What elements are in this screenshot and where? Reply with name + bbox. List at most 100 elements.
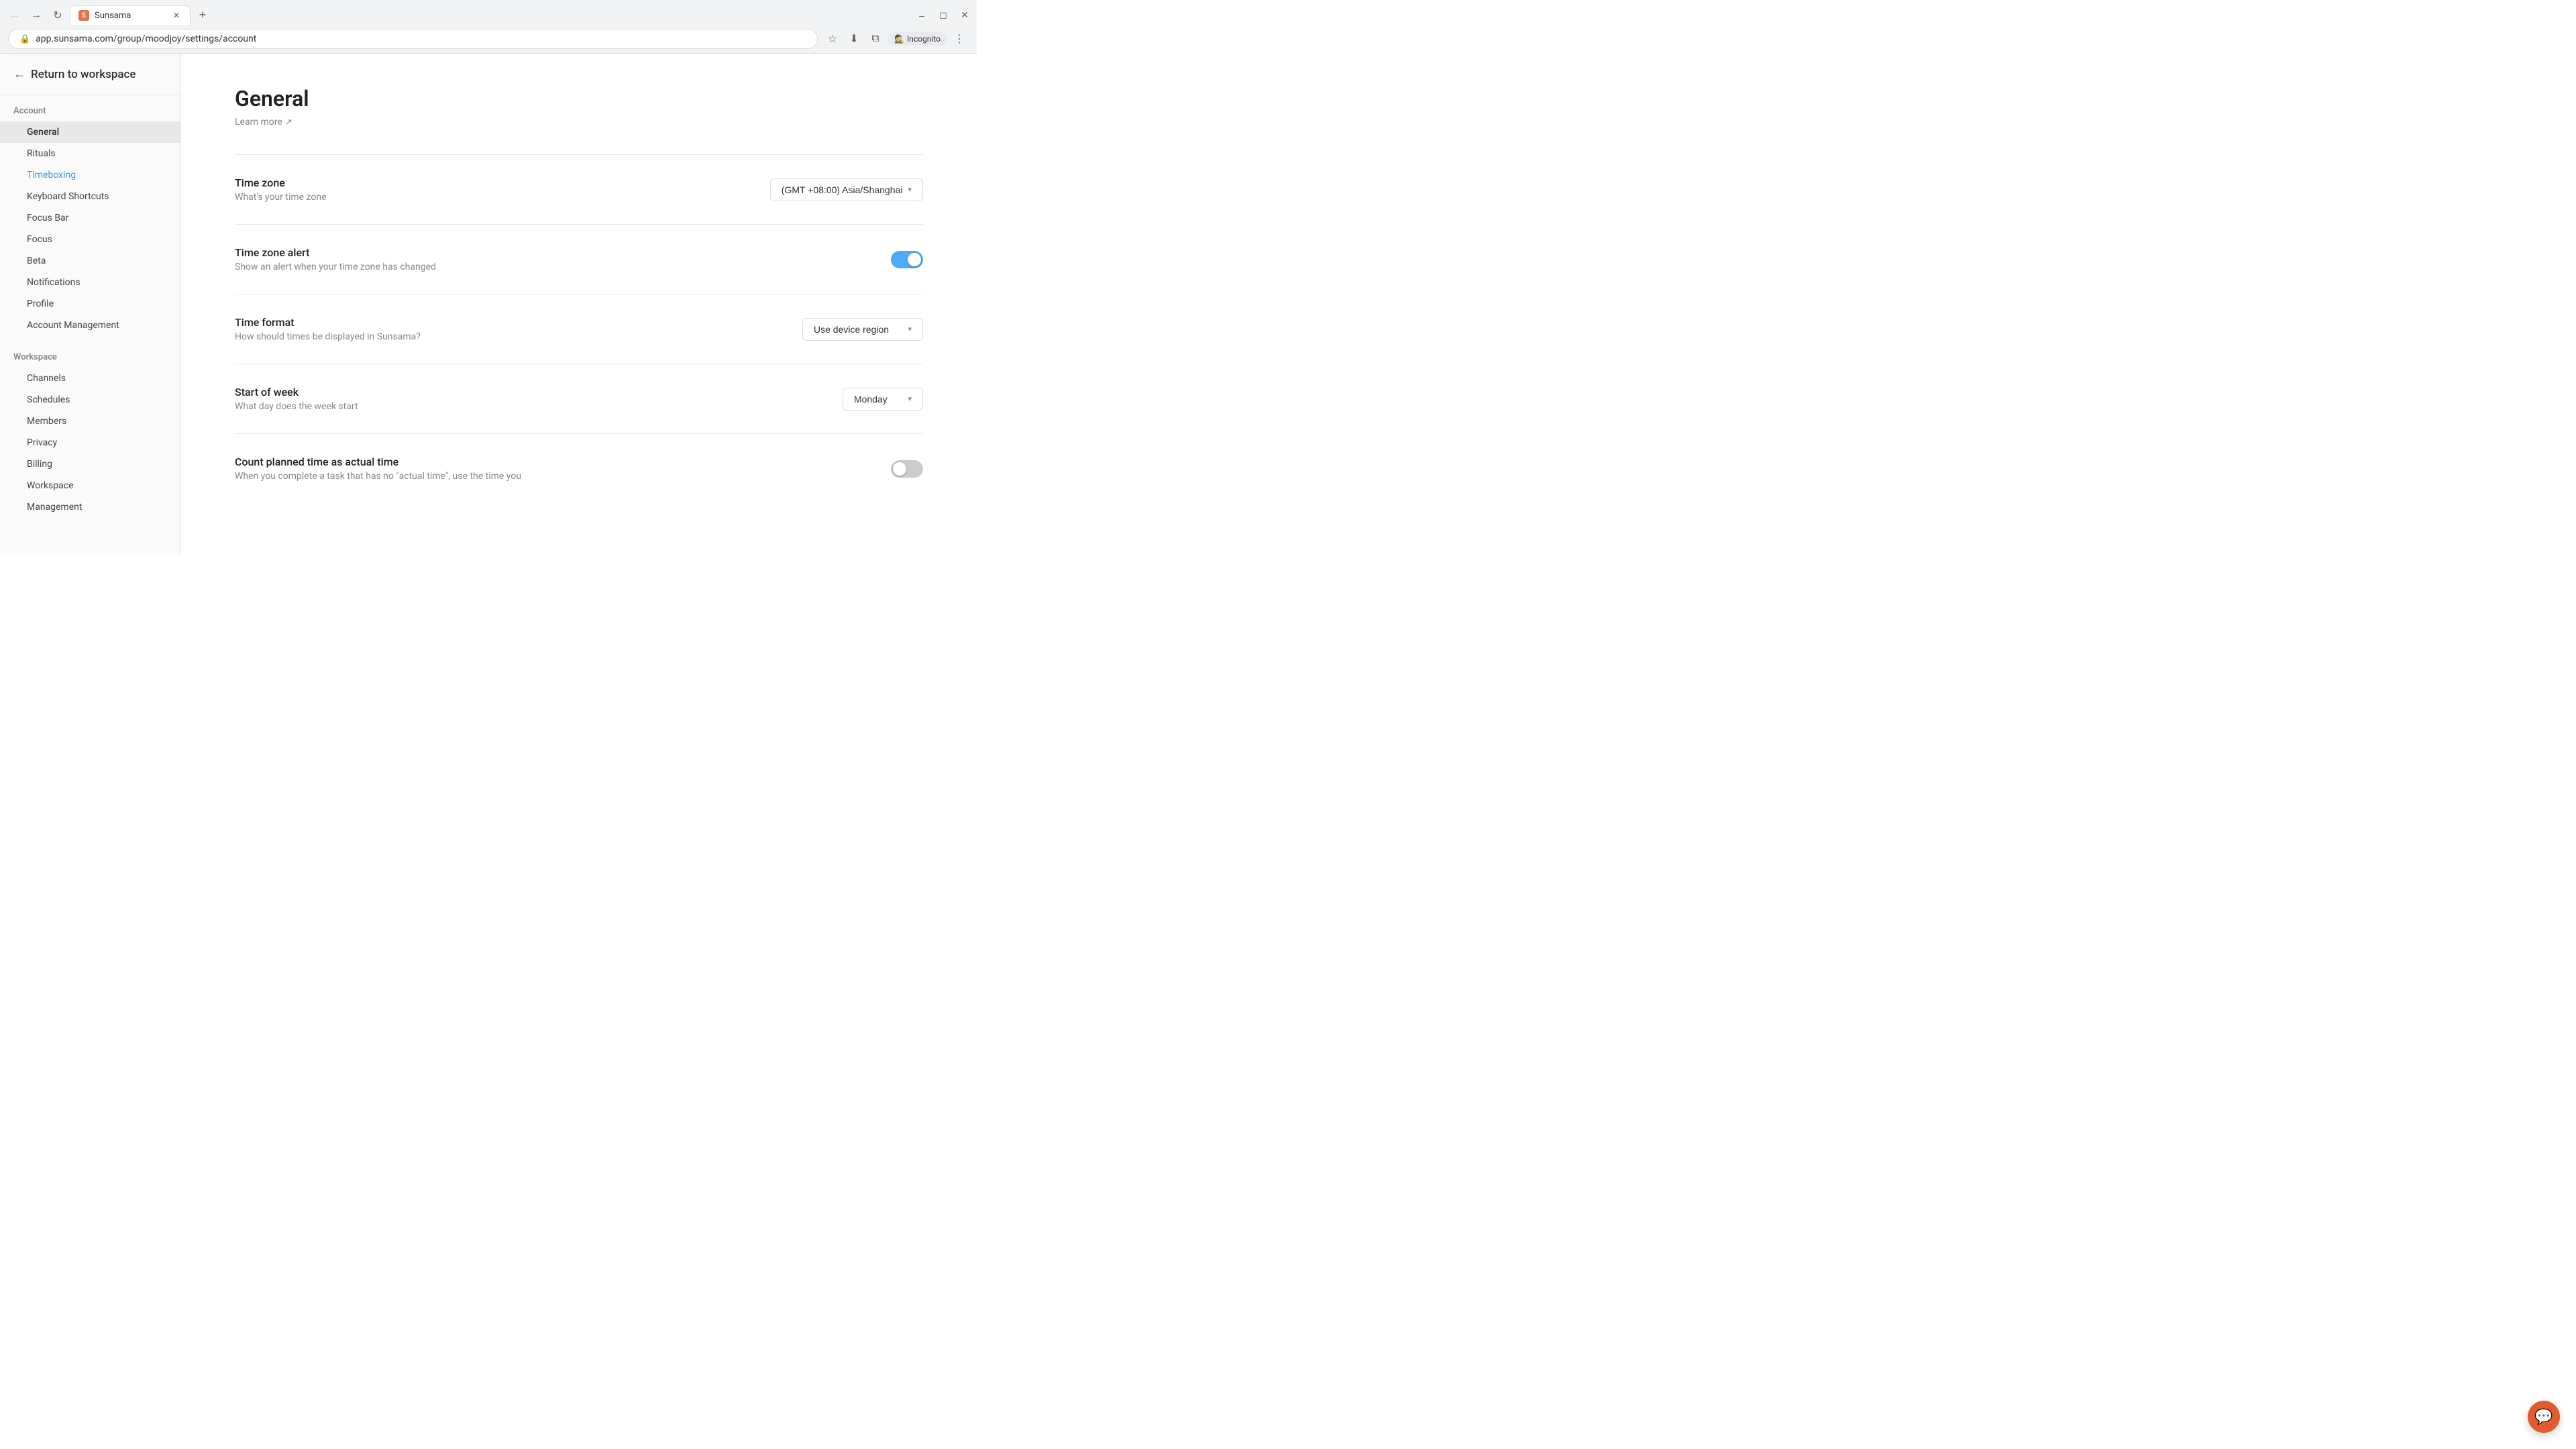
start-of-week-info: Start of week What day does the week sta… <box>235 386 358 412</box>
browser-tab: S Sunsama ✕ <box>70 5 191 25</box>
url-bar[interactable]: 🔒 app.sunsama.com/group/moodjoy/settings… <box>8 29 818 49</box>
sidebar-item-focus[interactable]: Focus <box>0 229 180 250</box>
incognito-badge[interactable]: 🕵 Incognito <box>888 32 947 46</box>
external-link-icon: ↗ <box>285 117 292 127</box>
sidebar-item-account-management[interactable]: Account Management <box>0 315 180 336</box>
return-to-workspace-link[interactable]: ← Return to workspace <box>0 54 180 95</box>
start-of-week-section: Start of week What day does the week sta… <box>235 364 923 433</box>
count-planned-time-row: Count planned time as actual time When y… <box>235 455 923 482</box>
tab-bar: ← → ↻ S Sunsama ✕ + – ◻ ✕ <box>0 0 977 25</box>
tab-close-button[interactable]: ✕ <box>171 10 182 21</box>
learn-more-label: Learn more <box>235 117 282 127</box>
close-window-button[interactable]: ✕ <box>958 9 971 22</box>
download-button[interactable]: ⬇ <box>845 30 863 48</box>
time-zone-info: Time zone What's your time zone <box>235 176 327 203</box>
time-zone-alert-section: Time zone alert Show an alert when your … <box>235 224 923 294</box>
sidebar-item-members[interactable]: Members <box>0 411 180 432</box>
count-planned-time-control <box>891 460 923 478</box>
bookmark-button[interactable]: ☆ <box>823 30 842 48</box>
sidebar-item-notifications[interactable]: Notifications <box>0 272 180 293</box>
count-planned-time-section: Count planned time as actual time When y… <box>235 433 923 503</box>
sidebar-item-schedules[interactable]: Schedules <box>0 389 180 411</box>
count-planned-time-toggle[interactable] <box>891 460 923 478</box>
count-planned-time-info: Count planned time as actual time When y… <box>235 455 521 482</box>
workspace-section: Workspace Channels Schedules Members Pri… <box>0 341 180 523</box>
browser-chrome: ← → ↻ S Sunsama ✕ + – ◻ ✕ 🔒 app.sunsama.… <box>0 0 977 54</box>
time-format-section: Time format How should times be displaye… <box>235 294 923 364</box>
time-format-dropdown[interactable]: Use device region ▾ <box>802 318 923 341</box>
time-zone-alert-control <box>891 251 923 268</box>
tab-favicon: S <box>78 10 89 21</box>
sidebar-item-general[interactable]: General <box>0 121 180 143</box>
time-zone-row: Time zone What's your time zone (GMT +08… <box>235 176 923 203</box>
address-bar: 🔒 app.sunsama.com/group/moodjoy/settings… <box>0 25 977 53</box>
time-zone-alert-toggle[interactable] <box>891 251 923 268</box>
sidebar-item-beta[interactable]: Beta <box>0 250 180 272</box>
time-zone-alert-row: Time zone alert Show an alert when your … <box>235 246 923 272</box>
time-zone-control: (GMT +08:00) Asia/Shanghai ▾ <box>770 178 923 201</box>
chat-button[interactable]: 💬 <box>2528 1401 2560 1433</box>
time-zone-alert-label: Time zone alert <box>235 246 436 259</box>
account-section: Account General Rituals Timeboxing Keybo… <box>0 95 180 341</box>
count-planned-time-description: When you complete a task that has no "ac… <box>235 471 521 482</box>
url-text: app.sunsama.com/group/moodjoy/settings/a… <box>36 34 806 44</box>
chevron-down-icon-3: ▾ <box>908 394 912 403</box>
return-to-workspace-label: Return to workspace <box>31 68 136 81</box>
app-container: ← Return to workspace Account General Ri… <box>0 54 977 555</box>
new-tab-button[interactable]: + <box>193 6 212 25</box>
count-planned-time-label: Count planned time as actual time <box>235 455 521 468</box>
sidebar-item-focus-bar[interactable]: Focus Bar <box>0 207 180 229</box>
time-zone-dropdown[interactable]: (GMT +08:00) Asia/Shanghai ▾ <box>770 178 923 201</box>
time-format-description: How should times be displayed in Sunsama… <box>235 331 421 342</box>
forward-button[interactable]: → <box>27 6 46 25</box>
return-arrow-icon: ← <box>13 67 25 81</box>
time-zone-value: (GMT +08:00) Asia/Shanghai <box>782 184 903 195</box>
start-of-week-description: What day does the week start <box>235 401 358 412</box>
time-format-info: Time format How should times be displaye… <box>235 316 421 342</box>
account-section-label: Account <box>0 106 180 121</box>
chevron-down-icon: ▾ <box>908 185 912 194</box>
sidebar-item-management[interactable]: Management <box>0 496 180 518</box>
start-of-week-control: Monday ▾ <box>843 388 923 411</box>
sidebar-item-rituals[interactable]: Rituals <box>0 143 180 164</box>
chat-icon: 💬 <box>2534 1408 2553 1426</box>
sidebar-item-workspace[interactable]: Workspace <box>0 475 180 496</box>
sidebar-item-privacy[interactable]: Privacy <box>0 432 180 453</box>
minimize-button[interactable]: – <box>915 9 928 22</box>
incognito-icon: 🕵 <box>894 34 904 44</box>
start-of-week-value: Monday <box>854 394 888 405</box>
tab-title: Sunsama <box>95 11 166 21</box>
start-of-week-dropdown[interactable]: Monday ▾ <box>843 388 923 411</box>
toggle-knob-2 <box>893 462 906 476</box>
toggle-knob <box>908 253 921 266</box>
time-zone-description: What's your time zone <box>235 192 327 203</box>
time-format-control: Use device region ▾ <box>802 318 923 341</box>
sidebar-item-timeboxing[interactable]: Timeboxing <box>0 164 180 186</box>
menu-button[interactable]: ⋮ <box>950 30 969 48</box>
workspace-section-label: Workspace <box>0 352 180 368</box>
time-zone-alert-description: Show an alert when your time zone has ch… <box>235 262 436 272</box>
time-zone-label: Time zone <box>235 176 327 189</box>
split-screen-button[interactable]: ⧉ <box>866 30 885 48</box>
chevron-down-icon-2: ▾ <box>908 325 912 333</box>
sidebar-item-billing[interactable]: Billing <box>0 453 180 475</box>
time-format-row: Time format How should times be displaye… <box>235 316 923 342</box>
page-title: General <box>235 86 923 111</box>
start-of-week-label: Start of week <box>235 386 358 398</box>
learn-more-link[interactable]: Learn more ↗ <box>235 117 923 127</box>
time-format-label: Time format <box>235 316 421 329</box>
time-zone-alert-info: Time zone alert Show an alert when your … <box>235 246 436 272</box>
time-zone-section: Time zone What's your time zone (GMT +08… <box>235 154 923 224</box>
time-format-value: Use device region <box>814 324 889 335</box>
incognito-label: Incognito <box>907 34 941 44</box>
sidebar-item-profile[interactable]: Profile <box>0 293 180 315</box>
reload-button[interactable]: ↻ <box>48 6 67 25</box>
restore-button[interactable]: ◻ <box>936 9 950 22</box>
sidebar: ← Return to workspace Account General Ri… <box>0 54 181 555</box>
main-content: General Learn more ↗ Time zone What's yo… <box>181 54 977 555</box>
sidebar-item-channels[interactable]: Channels <box>0 368 180 389</box>
sidebar-item-keyboard-shortcuts[interactable]: Keyboard Shortcuts <box>0 186 180 207</box>
window-controls: – ◻ ✕ <box>915 9 971 22</box>
browser-actions: ☆ ⬇ ⧉ 🕵 Incognito ⋮ <box>823 30 969 48</box>
back-button[interactable]: ← <box>5 6 24 25</box>
